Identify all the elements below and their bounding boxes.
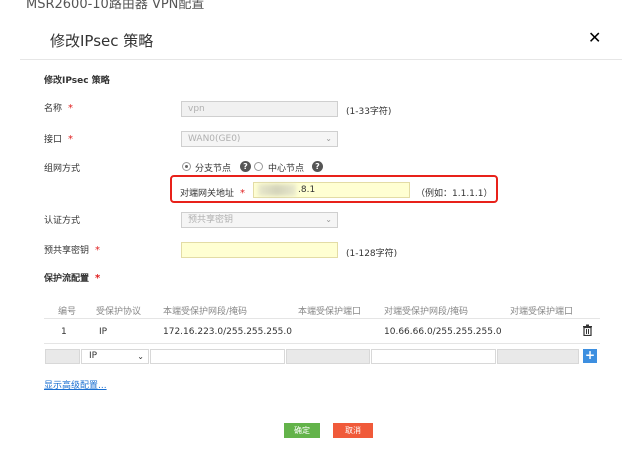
row-local-net: 172.16.223.0/255.255.255.0	[163, 327, 292, 337]
radio-branch-label: 分支节点	[195, 164, 232, 174]
new-row-remote-net-input[interactable]	[371, 349, 496, 364]
required-marker: *	[68, 134, 74, 145]
name-label-text: 名称	[44, 104, 63, 114]
interface-label-text: 接口	[44, 135, 63, 145]
chevron-down-icon: ⌄	[137, 352, 144, 361]
header-local-port: 本端受保护端口	[298, 307, 362, 317]
auth-mode-value: 预共享密钥	[188, 215, 234, 225]
cancel-button[interactable]: 取消	[333, 423, 373, 438]
row-divider	[44, 343, 600, 344]
redacted-region	[258, 184, 296, 196]
interface-select[interactable]: WAN0(GE0) ⌄	[181, 131, 338, 147]
peer-gateway-label: 对端网关地址 *	[180, 186, 245, 199]
chevron-down-icon: ⌄	[325, 134, 332, 143]
header-remote-net: 对端受保护网段/掩码	[384, 307, 469, 317]
radio-center-node[interactable]	[254, 162, 263, 171]
row-remote-net: 10.66.66.0/255.255.255.0	[384, 327, 502, 337]
chevron-down-icon: ⌄	[325, 215, 332, 224]
required-marker: *	[240, 188, 246, 199]
ok-button[interactable]: 确定	[284, 423, 320, 438]
psk-input[interactable]	[181, 242, 338, 258]
flow-config-label: 保护流配置 *	[44, 271, 100, 284]
new-row-local-net-input[interactable]	[150, 349, 285, 364]
interface-label: 接口 *	[44, 132, 73, 145]
trash-icon[interactable]	[582, 324, 593, 336]
required-marker: *	[68, 103, 74, 114]
flow-config-label-text: 保护流配置	[44, 274, 90, 284]
new-row-id-cell	[45, 349, 80, 364]
peer-gateway-label-text: 对端网关地址	[180, 189, 235, 199]
required-marker: *	[95, 273, 101, 284]
new-row-remote-port-input[interactable]	[497, 349, 579, 364]
name-input[interactable]: vpn	[181, 101, 338, 117]
psk-label: 预共享密钥 *	[44, 243, 100, 256]
header-id: 编号	[58, 307, 77, 317]
header-local-net: 本端受保护网段/掩码	[163, 307, 248, 317]
help-icon[interactable]: ?	[240, 161, 251, 172]
section-title: 修改IPsec 策略	[44, 76, 110, 86]
close-icon[interactable]: ✕	[588, 28, 601, 47]
radio-branch-node[interactable]	[182, 162, 191, 171]
header-remote-port: 对端受保护端口	[510, 307, 574, 317]
peer-gateway-hint: （例如：1.1.1.1）	[416, 189, 493, 199]
row-id: 1	[61, 327, 67, 337]
psk-label-text: 预共享密钥	[44, 246, 90, 256]
new-row-local-port-input[interactable]	[286, 349, 370, 364]
auth-mode-select[interactable]: 预共享密钥 ⌄	[181, 212, 338, 228]
title-divider	[20, 59, 622, 60]
interface-value: WAN0(GE0)	[188, 134, 241, 144]
network-mode-label: 组网方式	[44, 164, 81, 174]
header-protocol: 受保护协议	[96, 307, 142, 317]
header-divider	[44, 318, 600, 319]
add-icon[interactable]: +	[583, 349, 597, 363]
dialog-title: 修改IPsec 策略	[50, 32, 154, 50]
row-protocol: IP	[99, 327, 108, 337]
show-advanced-link[interactable]: 显示高级配置...	[44, 378, 107, 391]
page-heading-cut: MSR2600-10路由器 VPN配置	[26, 0, 205, 12]
name-label: 名称 *	[44, 101, 73, 114]
new-row-protocol-select[interactable]: IP ⌄	[81, 349, 149, 364]
required-marker: *	[95, 245, 101, 256]
help-icon[interactable]: ?	[312, 161, 323, 172]
name-hint: (1-33字符)	[346, 107, 392, 117]
psk-hint: (1-128字符)	[346, 249, 398, 259]
auth-mode-label: 认证方式	[44, 216, 81, 226]
radio-center-label: 中心节点	[268, 164, 305, 174]
new-row-protocol-value: IP	[89, 351, 98, 361]
